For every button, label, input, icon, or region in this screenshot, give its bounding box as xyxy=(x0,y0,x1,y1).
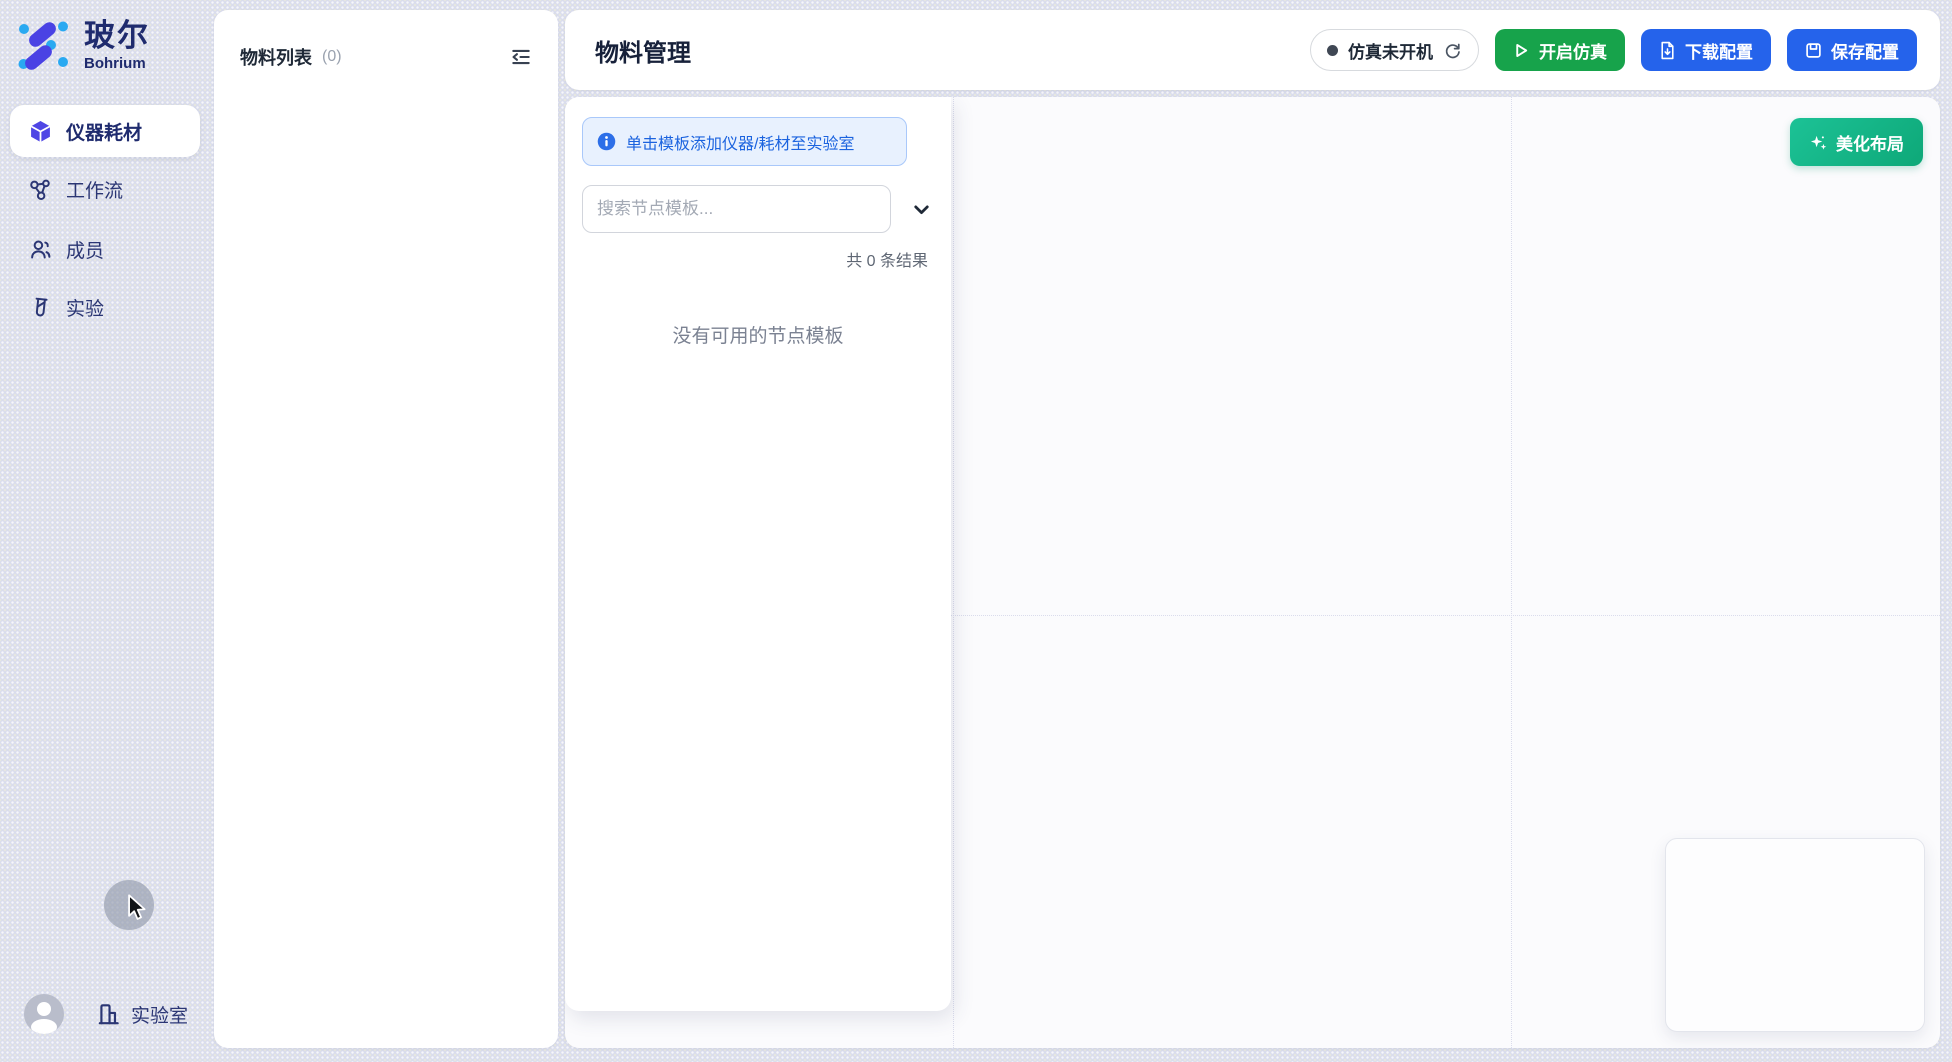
page-title: 物料管理 xyxy=(595,33,691,68)
bohrium-logo-icon xyxy=(18,20,68,72)
brand-logo: 玻尔 Bohrium xyxy=(18,20,150,72)
sidebar: 玻尔 Bohrium 仪器耗材 工作流 xyxy=(0,0,214,1062)
refresh-icon[interactable] xyxy=(1443,41,1462,60)
sidebar-item-members[interactable]: 成员 xyxy=(10,223,200,275)
beautify-layout-button[interactable]: 美化布局 xyxy=(1790,118,1923,166)
download-config-label: 下载配置 xyxy=(1685,38,1753,63)
main-header: 物料管理 仿真未开机 开启仿真 下载配置 xyxy=(565,10,1940,90)
empty-state-text: 没有可用的节点模板 xyxy=(582,321,934,348)
result-count: 共 0 条结果 xyxy=(582,247,934,271)
materials-list-count: (0) xyxy=(322,48,342,66)
building-icon xyxy=(96,1001,122,1027)
search-row xyxy=(582,185,934,233)
minimap[interactable] xyxy=(1665,838,1925,1032)
search-input[interactable] xyxy=(582,185,891,233)
status-label: 仿真未开机 xyxy=(1348,38,1433,63)
canvas-gridline xyxy=(953,97,954,1048)
workflow-icon xyxy=(28,177,52,201)
materials-list-panel: 物料列表 (0) xyxy=(214,10,558,1048)
save-config-label: 保存配置 xyxy=(1831,38,1899,63)
save-config-button[interactable]: 保存配置 xyxy=(1787,29,1917,71)
test-tube-icon xyxy=(28,295,52,319)
download-config-button[interactable]: 下载配置 xyxy=(1641,29,1771,71)
materials-list-title: 物料列表 xyxy=(240,44,312,70)
beautify-layout-label: 美化布局 xyxy=(1836,130,1904,155)
avatar[interactable] xyxy=(24,994,64,1034)
start-simulation-label: 开启仿真 xyxy=(1539,38,1607,63)
sidebar-item-experiments[interactable]: 实验 xyxy=(10,281,200,333)
brand-name-en: Bohrium xyxy=(84,55,150,72)
lab-label: 实验室 xyxy=(131,1001,188,1028)
info-icon xyxy=(597,132,616,151)
status-dot-icon xyxy=(1327,45,1338,56)
sidebar-item-label: 成员 xyxy=(66,236,104,263)
header-actions: 仿真未开机 开启仿真 下载配置 保存配置 xyxy=(1310,29,1917,71)
collapse-panel-icon[interactable] xyxy=(510,46,532,68)
sidebar-item-label: 实验 xyxy=(66,294,104,321)
sidebar-item-label: 仪器耗材 xyxy=(66,118,142,145)
info-banner: 单击模板添加仪器/耗材至实验室 xyxy=(582,117,907,166)
chevron-down-icon[interactable] xyxy=(908,196,934,222)
start-simulation-button[interactable]: 开启仿真 xyxy=(1495,29,1625,71)
file-download-icon xyxy=(1659,41,1676,60)
sidebar-item-instruments[interactable]: 仪器耗材 xyxy=(10,105,200,157)
brand-name-cn: 玻尔 xyxy=(84,20,150,51)
canvas-gridline xyxy=(1511,97,1512,1048)
materials-list-header: 物料列表 (0) xyxy=(214,10,558,70)
save-icon xyxy=(1805,42,1822,59)
info-banner-text: 单击模板添加仪器/耗材至实验室 xyxy=(626,130,854,154)
sidebar-footer: 实验室 xyxy=(24,994,188,1034)
sparkles-icon xyxy=(1809,133,1828,152)
members-icon xyxy=(28,237,52,261)
lab-link[interactable]: 实验室 xyxy=(96,1001,188,1028)
mouse-cursor xyxy=(126,894,150,922)
play-icon xyxy=(1513,42,1530,59)
node-template-panel: 单击模板添加仪器/耗材至实验室 共 0 条结果 没有可用的节点模板 xyxy=(565,97,951,1011)
cube-icon xyxy=(28,119,52,143)
brand-text: 玻尔 Bohrium xyxy=(84,20,150,72)
flow-canvas[interactable]: 单击模板添加仪器/耗材至实验室 共 0 条结果 没有可用的节点模板 美化布局 xyxy=(565,97,1940,1048)
sidebar-item-label: 工作流 xyxy=(66,176,123,203)
simulation-status-pill[interactable]: 仿真未开机 xyxy=(1310,29,1479,71)
sidebar-item-workflow[interactable]: 工作流 xyxy=(10,163,200,215)
